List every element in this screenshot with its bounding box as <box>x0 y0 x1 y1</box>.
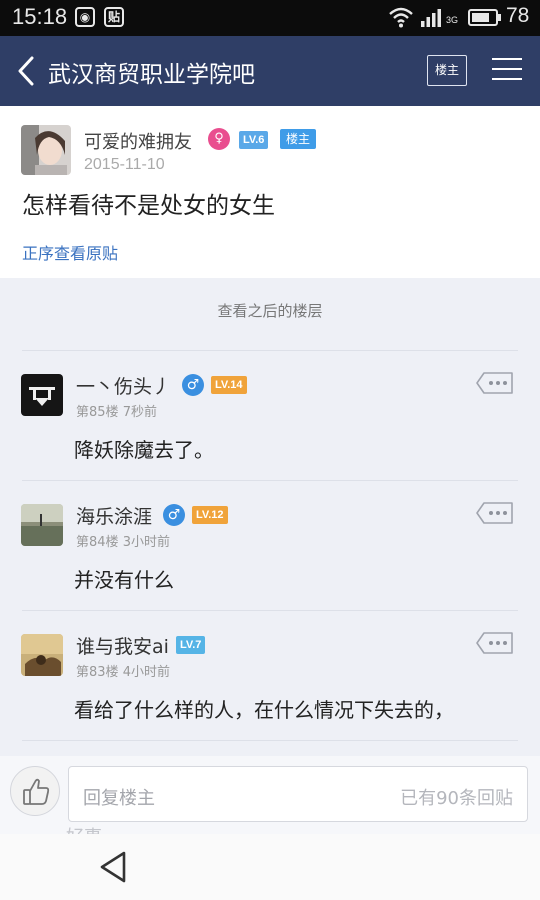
reply-meta: 第85楼 7秒前 <box>76 401 157 420</box>
reply-input[interactable]: 回复楼主 已有90条回贴 <box>68 766 528 822</box>
system-back-icon[interactable] <box>98 850 128 884</box>
floor-number: 第84楼 <box>76 535 119 550</box>
avatar[interactable] <box>21 634 63 676</box>
floor-divider: 查看之后的楼层 <box>217 302 323 320</box>
battery-fill <box>472 13 489 22</box>
thumbs-up-icon <box>23 778 50 805</box>
divider <box>22 350 518 351</box>
post-date: 2015-11-10 <box>84 156 165 173</box>
status-time: 15:18 <box>12 4 68 29</box>
level-badge: LV.6 <box>239 131 269 149</box>
post-title: 怎样看待不是处女的女生 <box>22 193 275 219</box>
battery-icon <box>468 9 498 26</box>
reply-meta: 第84楼 3小时前 <box>76 531 170 550</box>
male-icon: ♂ <box>163 504 185 526</box>
status-bar: 15:18 ◉ 贴 3G 78 <box>0 0 540 36</box>
reply-author-name[interactable]: 一丶伤头丿 <box>76 372 171 399</box>
back-icon[interactable] <box>16 56 36 86</box>
reply-author-name[interactable]: 海乐涂涯 <box>76 502 152 529</box>
avatar[interactable] <box>21 374 63 416</box>
floor-number: 第85楼 <box>76 405 119 420</box>
floor-number: 第83楼 <box>76 665 119 680</box>
reply-time: 3小时前 <box>122 535 170 550</box>
level-badge: LV.7 <box>176 636 206 654</box>
reply-text: 降妖除魔去了。 <box>74 438 214 462</box>
battery-level: 78 <box>506 4 530 27</box>
reply-item: 谁与我安ai LV.7 第83楼 4小时前 看给了什么样的人，在什么情况下失去的… <box>0 610 540 740</box>
menu-icon[interactable] <box>492 56 522 82</box>
post-author-name[interactable]: 可爱的难拥友 <box>84 128 192 154</box>
divider <box>22 610 518 611</box>
reply-more-icon[interactable] <box>476 372 514 394</box>
view-original-link[interactable]: 正序查看原贴 <box>22 240 118 264</box>
reply-item: 海乐涂涯 ♂ LV.12 第84楼 3小时前 并没有什么 <box>0 480 540 610</box>
avatar[interactable] <box>21 504 63 546</box>
system-nav-bar <box>0 834 540 900</box>
reply-more-icon[interactable] <box>476 632 514 654</box>
female-icon: ♀ <box>208 128 230 150</box>
reply-count: 已有90条回贴 <box>400 788 513 809</box>
signal-icon <box>421 9 441 27</box>
reply-text: 并没有什么 <box>74 568 174 592</box>
reply-more-icon[interactable] <box>476 502 514 524</box>
reply-time: 7秒前 <box>122 405 157 420</box>
level-badge: LV.12 <box>192 506 228 524</box>
tieba-icon: 贴 <box>104 7 124 27</box>
level-badge: LV.14 <box>211 376 247 394</box>
reply-meta: 第83楼 4小时前 <box>76 661 170 680</box>
reply-time: 4小时前 <box>122 665 170 680</box>
weibo-icon: ◉ <box>75 7 95 27</box>
op-badge: 楼主 <box>280 129 317 149</box>
reply-author-name[interactable]: 谁与我安ai <box>76 632 169 659</box>
divider <box>22 740 518 741</box>
reply-item: 一丶伤头丿 ♂ LV.14 第85楼 7秒前 降妖除魔去了。 <box>0 350 540 480</box>
reply-placeholder: 回复楼主 <box>83 788 155 809</box>
male-icon: ♂ <box>182 374 204 396</box>
battery-cap <box>498 14 501 21</box>
op-only-button[interactable]: 楼主 <box>427 55 467 86</box>
top-nav-bar: 武汉商贸职业学院吧 楼主 <box>0 36 540 106</box>
divider <box>22 480 518 481</box>
reply-text: 看给了什么样的人，在什么情况下失去的， <box>74 698 454 722</box>
forum-title: 武汉商贸职业学院吧 <box>48 62 255 88</box>
original-post: 可爱的难拥友 ♀ LV.6 楼主 2015-11-10 怎样看待不是处女的女生 … <box>0 106 540 278</box>
network-type: 3G <box>446 15 459 25</box>
like-button[interactable] <box>10 766 60 816</box>
wifi-icon <box>389 7 413 28</box>
avatar[interactable] <box>21 125 71 175</box>
